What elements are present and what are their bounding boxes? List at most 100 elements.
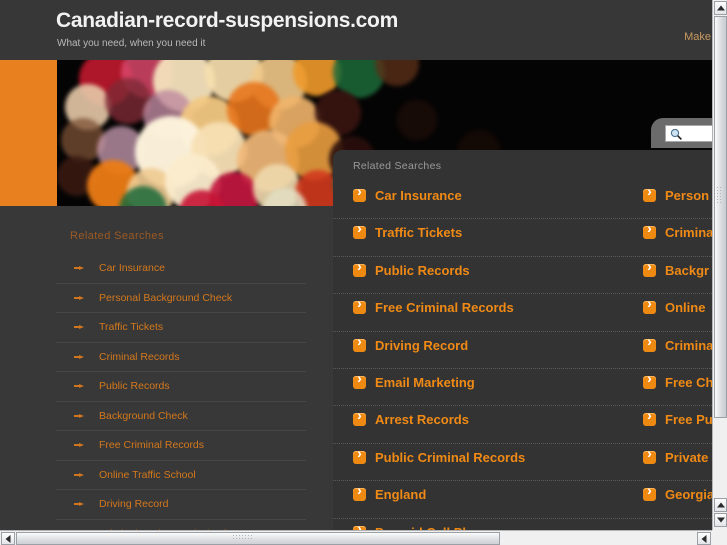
search-input[interactable]: [665, 125, 712, 142]
sidebar-list: Car Insurance Personal Background Check Tr…: [56, 254, 306, 530]
page-title: Canadian-record-suspensions.com: [56, 9, 398, 32]
overlay-link-backgr[interactable]: Backgr: [643, 260, 710, 278]
chevron-right-icon: [643, 409, 656, 427]
bokeh-light: [397, 100, 437, 140]
sidebar-item-traffic-tickets[interactable]: Traffic Tickets: [56, 313, 306, 343]
sidebar-item-public-records[interactable]: Public Records: [56, 372, 306, 402]
sidebar-item-label: Traffic Tickets: [99, 321, 164, 334]
scroll-up-button[interactable]: [714, 1, 727, 15]
overlay-link-person[interactable]: Person: [643, 185, 709, 203]
overlay-link-email-marketing[interactable]: Email Marketing: [353, 372, 475, 390]
sidebar-item-label: Criminal Records: [99, 350, 180, 363]
overlay-link-car-insurance[interactable]: Car Insurance: [353, 185, 462, 203]
overlay-link-label: Free Criminal Records: [375, 300, 514, 316]
sidebar-item-car-insurance[interactable]: Car Insurance: [56, 254, 306, 284]
overlay-link-label: Backgr: [665, 262, 710, 278]
chevron-right-icon: [643, 372, 656, 389]
overlay-row: Arrest Records Free Pu: [333, 406, 712, 444]
overlay-row: Public Records Backgr: [333, 257, 712, 295]
overlay-link-free-pu[interactable]: Free Pu: [643, 409, 712, 427]
overlay-link-label: Crimina: [665, 225, 712, 241]
horizontal-scrollbar-thumb[interactable]: [16, 532, 500, 545]
scroll-left-button[interactable]: [1, 532, 15, 545]
chevron-right-icon: [353, 335, 366, 352]
overlay-row: Public Criminal Records Private: [333, 444, 712, 482]
horizontal-scrollbar[interactable]: [0, 530, 727, 545]
chevron-right-icon: [643, 335, 656, 352]
overlay-link-label: Crimina: [665, 337, 712, 353]
sidebar-item-label: Personal Background Check: [99, 291, 233, 304]
scroll-left-button-right[interactable]: [697, 532, 711, 545]
sidebar-item-label: Car Insurance: [99, 262, 165, 275]
overlay-link-label: Public Criminal Records: [375, 449, 526, 465]
sidebar-item-label: Free Criminal Records: [99, 439, 205, 452]
sidebar-item-driving-record[interactable]: Driving Record: [56, 490, 306, 520]
chevron-right-icon: [353, 484, 366, 502]
chevron-right-icon: [353, 297, 366, 315]
arrow-bullet-icon: [74, 325, 85, 329]
scrollbar-grip: [232, 534, 252, 541]
scrollbar-corner: [712, 530, 727, 545]
overlay-link-label: Arrest Records: [375, 412, 469, 428]
chevron-down-icon: [716, 517, 725, 523]
chevron-right-icon: [643, 185, 656, 202]
sidebar-item-personal-background-check[interactable]: Personal Background Check: [56, 284, 306, 313]
overlay-row: England Georgia: [333, 481, 712, 519]
overlay-link-crimina[interactable]: Crimina: [643, 335, 712, 353]
scroll-down-button[interactable]: [714, 513, 727, 527]
overlay-link-label: Georgia: [665, 487, 712, 503]
chevron-right-icon: [353, 372, 366, 389]
chevron-right-icon: [643, 297, 656, 315]
overlay-link-arrest-records[interactable]: Arrest Records: [353, 409, 469, 428]
chevron-right-icon: [353, 222, 366, 240]
sidebar-item-online-traffic-school[interactable]: Online Traffic School: [56, 461, 306, 490]
header-nav-link[interactable]: Make: [684, 31, 711, 43]
chevron-right-icon: [643, 484, 656, 502]
chevron-right-icon: [353, 185, 366, 202]
overlay-row: Driving Record Crimina: [333, 332, 712, 369]
overlay-link-label: Private: [665, 449, 709, 465]
chevron-up-icon: [716, 5, 725, 11]
overlay-row: Email Marketing Free Ch: [333, 369, 712, 407]
overlay-link-online-[interactable]: Online: [643, 297, 706, 316]
site-tagline: What you need, when you need it: [57, 38, 206, 49]
sidebar-item-criminal-records[interactable]: Criminal Records: [56, 343, 306, 372]
chevron-left-icon: [5, 534, 11, 543]
sidebar-item-criminal-background-check[interactable]: Criminal Background Check: [56, 520, 306, 530]
arrow-bullet-icon: [74, 354, 85, 359]
overlay-link-label: Driving Record: [375, 337, 469, 353]
vertical-scrollbar-thumb[interactable]: [714, 16, 727, 418]
chevron-right-icon: [643, 222, 656, 240]
sidebar-item-free-criminal-records[interactable]: Free Criminal Records: [56, 431, 306, 461]
arrow-bullet-icon: [74, 384, 85, 388]
sidebar-item-label: Background Check: [99, 409, 188, 422]
sidebar-item-label: Driving Record: [99, 498, 169, 511]
sidebar-item-label: Online Traffic School: [99, 468, 196, 481]
overlay-link-free-criminal-records[interactable]: Free Criminal Records: [353, 297, 514, 316]
sidebar-item-label: Public Records: [99, 380, 170, 393]
overlay-link-georgia[interactable]: Georgia: [643, 484, 712, 503]
arrow-bullet-icon: [74, 295, 85, 300]
overlay-link-public-records[interactable]: Public Records: [353, 260, 470, 278]
scroll-up-button-lower[interactable]: [714, 498, 727, 512]
chevron-right-icon: [353, 409, 366, 427]
overlay-link-free-ch[interactable]: Free Ch: [643, 372, 712, 390]
overlay-row: Traffic Tickets Crimina: [333, 219, 712, 257]
overlay-link-label: Free Ch: [665, 374, 712, 390]
sidebar-heading: Related Searches: [70, 230, 164, 242]
related-searches-overlay: Related Searches Car Insurance Person Traf…: [333, 150, 712, 530]
chevron-left-icon: [701, 534, 707, 543]
chevron-right-icon: [353, 447, 366, 464]
overlay-link-label: Email Marketing: [375, 374, 475, 390]
overlay-link-driving-record[interactable]: Driving Record: [353, 335, 469, 353]
chevron-right-icon: [353, 260, 366, 277]
overlay-link-label: Online: [665, 300, 706, 316]
vertical-scrollbar[interactable]: [712, 0, 727, 530]
overlay-link-private[interactable]: Private: [643, 447, 709, 465]
overlay-link-traffic-tickets[interactable]: Traffic Tickets: [353, 222, 462, 240]
overlay-link-england[interactable]: England: [353, 484, 426, 502]
overlay-link-crimina[interactable]: Crimina: [643, 222, 712, 241]
sidebar-item-background-check[interactable]: Background Check: [56, 402, 306, 431]
overlay-link-public-criminal-records[interactable]: Public Criminal Records: [353, 447, 526, 465]
arrow-bullet-icon: [74, 413, 85, 418]
